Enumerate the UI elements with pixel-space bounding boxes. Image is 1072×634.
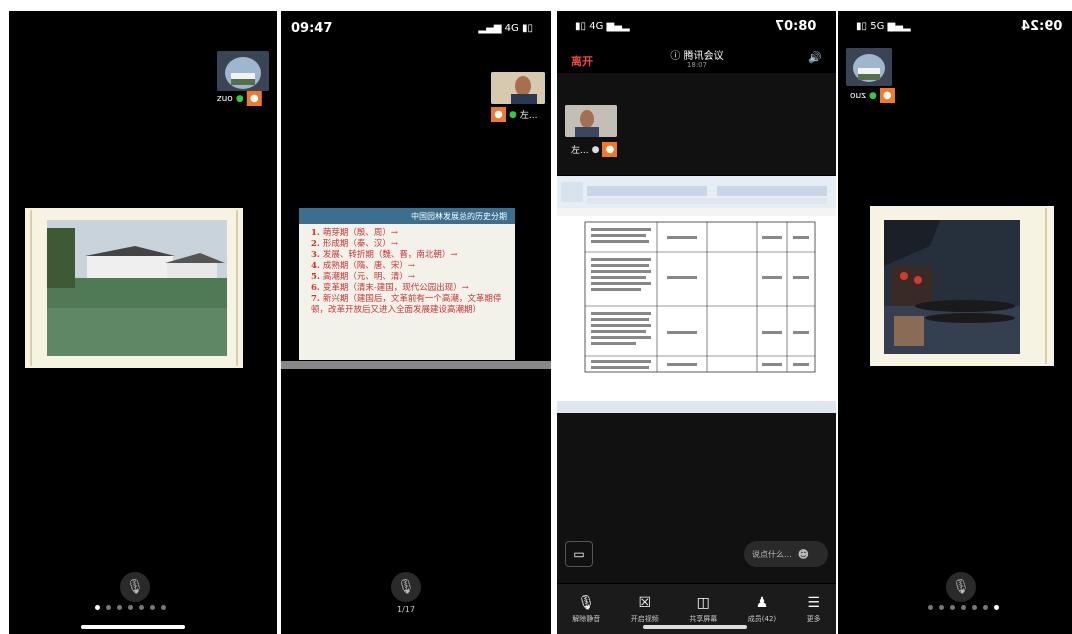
- toolbar-video-off-button[interactable]: ☒ 开启视频: [631, 595, 659, 624]
- status-signal: ▂▄▆ 4G ▮▯: [478, 23, 533, 34]
- status-time: 09:24: [1020, 19, 1062, 34]
- page-dots[interactable]: [928, 605, 999, 610]
- participant-name: zuo: [850, 90, 866, 101]
- participant-name: 左...: [571, 146, 589, 156]
- mic-muted-icon: 🎙: [577, 594, 596, 611]
- status-time: 08:07: [774, 19, 816, 34]
- status-time: 09:47: [291, 21, 333, 36]
- mic-muted-icon: 🎙: [952, 579, 970, 595]
- landscape-thumbnail-image: [217, 51, 269, 91]
- mic-on-icon: ●: [235, 93, 244, 104]
- toolbar-mic-muted-button[interactable]: 🎙 解除静音: [572, 595, 600, 624]
- landscape-thumbnail-image: [846, 48, 892, 86]
- mute-button[interactable]: 🎙: [391, 572, 421, 602]
- device-switch-button[interactable]: ▭: [565, 541, 593, 567]
- shared-slide: 中国园林发展总的历史分期 1. 萌芽期（殷、周）→ 2. 形成期（秦、汉）→ 3. 发展、…: [299, 208, 515, 360]
- mic-on-icon: ●: [591, 144, 600, 155]
- slide-item: 4. 成熟期（隋、唐、宋）→: [311, 261, 415, 271]
- toolbar-label: 更多: [806, 614, 821, 623]
- slide-item: 7. 新兴期（建国后，文革前有一个高潮，文革期停顿，改革开放后又进入全面发展建设高…: [311, 294, 502, 315]
- phone-icon: ▭: [573, 547, 585, 561]
- toolbar-members-button[interactable]: ♟ 成员(42): [748, 595, 776, 624]
- home-indicator[interactable]: [81, 625, 185, 629]
- meeting-screen-4: 09:24 ▮▯ 5G ▆▄▂ zuo ● ● 🎙: [838, 11, 1072, 634]
- canal-boats-photo: [870, 206, 1054, 366]
- toolbar-label: 共享屏幕: [689, 614, 718, 623]
- slide-title: 中国园林发展总的历史分期: [299, 208, 515, 224]
- slide-item: 6. 变革期（清末-建国，现代公园出现）→: [311, 283, 469, 293]
- speaker-face-image: [565, 105, 617, 137]
- battery-icon: ▮▯: [521, 23, 533, 34]
- garden-pavilion-photo: [25, 208, 243, 368]
- slide-item: 5. 高潮期（元、明、清）→: [311, 272, 415, 282]
- participant-video-thumbnail[interactable]: [217, 51, 269, 91]
- status-signal: ▮▯ 5G ▆▄▂: [856, 21, 911, 32]
- speaker-face-image: [491, 72, 545, 104]
- chat-input[interactable]: 说点什么... ☻: [744, 541, 828, 567]
- page-dots[interactable]: [95, 605, 166, 610]
- signal-icon: ▂▄▆: [478, 23, 502, 34]
- participant-name: 左...: [519, 111, 538, 121]
- meeting-title[interactable]: ⓘ 腾讯会议: [657, 47, 737, 62]
- video-area: 左... ● ●: [557, 73, 836, 175]
- mic-muted-icon: 🎙: [126, 579, 144, 595]
- slide-item: 1. 萌芽期（殷、周）→: [311, 228, 398, 238]
- participant-video-thumbnail[interactable]: [491, 72, 545, 104]
- mute-button[interactable]: 🎙: [120, 572, 150, 602]
- shared-image-garden: [25, 208, 243, 368]
- participant-badge: ● ● 左...: [491, 107, 537, 122]
- page-indicator: 1/17: [397, 605, 415, 614]
- slide-bottom-bar: [281, 361, 551, 369]
- leave-button[interactable]: 离开: [571, 53, 593, 69]
- toolbar-label: 成员(42): [747, 614, 777, 623]
- shared-image-watertown: [870, 206, 1054, 366]
- meeting-screen-1: ● ● zuo 🎙: [9, 11, 277, 634]
- home-indicator[interactable]: [643, 625, 747, 629]
- signal-icon: ▆▄▂: [887, 21, 911, 32]
- avatar-icon: ●: [491, 107, 506, 122]
- toolbar-screen-share-button[interactable]: ◫ 共享屏幕: [689, 595, 717, 624]
- members-icon: ♟: [755, 594, 769, 611]
- word-document-screenshot: [557, 176, 836, 413]
- participant-video-thumbnail[interactable]: [565, 105, 617, 137]
- participant-badge: 左... ● ●: [571, 142, 618, 157]
- meeting-subtitle: 18:07: [686, 61, 708, 69]
- status-signal: ▮▯ 4G ▆▄▂: [575, 21, 630, 32]
- emoji-icon: ☻: [797, 547, 810, 561]
- toolbar-label: 解除静音: [572, 614, 601, 623]
- participant-badge: zuo ● ●: [850, 88, 895, 103]
- participant-video-thumbnail[interactable]: [846, 48, 892, 86]
- meeting-screen-2: 09:47 ▂▄▆ 4G ▮▯ ● ● 左... 中国园林发展总的历史分期 1.…: [281, 11, 551, 634]
- signal-icon: ▆▄▂: [606, 21, 630, 32]
- toolbar-label: 开启视频: [630, 614, 659, 623]
- slide-items: 1. 萌芽期（殷、周）→ 2. 形成期（秦、汉）→ 3. 发展、转折期（魏、晋，南北朝）→…: [299, 224, 515, 316]
- meeting-screen-3: 08:07 ▮▯ 4G ▆▄▂ 离开 ⓘ 腾讯会议 18:07 🔊 左... ●…: [557, 11, 836, 634]
- avatar-icon: ●: [879, 88, 895, 103]
- more-icon: ☰: [807, 594, 820, 611]
- mic-muted-icon: 🎙: [397, 579, 415, 595]
- avatar-icon: ●: [602, 142, 618, 157]
- participant-name: zuo: [217, 93, 233, 104]
- participant-badge: ● ● zuo: [217, 91, 262, 106]
- chat-placeholder: 说点什么...: [752, 549, 792, 559]
- slide-item: 2. 形成期（秦、汉）→: [311, 239, 398, 249]
- video-off-icon: ☒: [638, 594, 652, 611]
- mic-on-icon: ●: [509, 109, 517, 120]
- speaker-icon[interactable]: 🔊: [808, 51, 822, 64]
- status-bar: 08:07 ▮▯ 4G ▆▄▂: [557, 11, 836, 39]
- mic-on-icon: ●: [868, 90, 877, 101]
- screen-share-icon: ◫: [696, 594, 710, 611]
- meeting-header: 离开 ⓘ 腾讯会议 18:07 🔊: [557, 39, 836, 73]
- avatar-icon: ●: [246, 91, 262, 106]
- battery-icon: ▮▯: [856, 21, 868, 32]
- battery-icon: ▮▯: [575, 21, 587, 32]
- shared-document: [557, 176, 836, 413]
- slide-item: 3. 发展、转折期（魏、晋，南北朝）→: [311, 250, 458, 260]
- mute-button[interactable]: 🎙: [946, 572, 976, 602]
- toolbar-more-button[interactable]: ☰ 更多: [807, 595, 821, 624]
